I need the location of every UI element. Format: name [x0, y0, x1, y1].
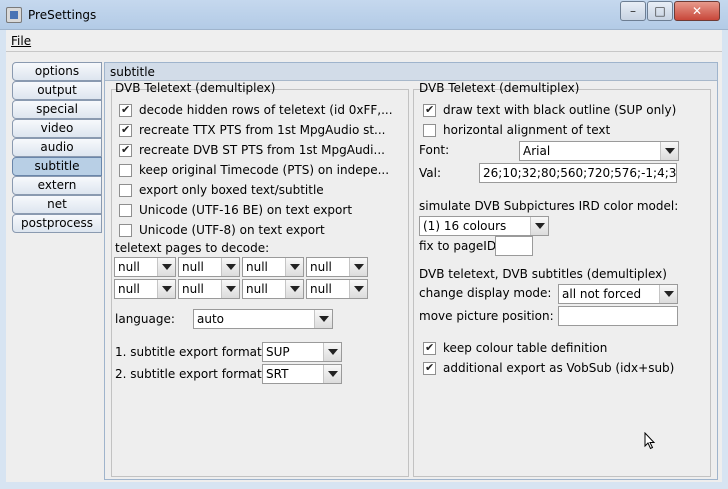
page-select-7[interactable]: null	[242, 279, 304, 299]
page-select-6[interactable]: null	[178, 279, 240, 299]
language-select[interactable]: auto	[193, 309, 333, 329]
minimize-button[interactable]: –	[620, 1, 646, 21]
page-select-2[interactable]: null	[178, 257, 240, 277]
page-select-4[interactable]: null	[306, 257, 368, 277]
export2-label: 2. subtitle export formats:	[115, 367, 273, 381]
app-icon	[6, 7, 22, 23]
ird-label: simulate DVB Subpictures IRD color model…	[419, 199, 679, 213]
chevron-down-icon	[157, 280, 175, 298]
checkbox[interactable]	[423, 361, 436, 375]
subtitle-panel: subtitle DVB Teletext (demultiplex) deco…	[104, 62, 718, 480]
check-export-boxed[interactable]: export only boxed text/subtitle	[119, 181, 409, 201]
tab-extern[interactable]: extern	[12, 176, 102, 195]
font-select[interactable]: Arial	[519, 141, 679, 161]
menu-bar: File	[6, 30, 722, 52]
chevron-down-icon	[221, 258, 239, 276]
tab-output[interactable]: output	[12, 81, 102, 100]
tab-options[interactable]: options	[12, 62, 102, 81]
tab-subtitle[interactable]: subtitle	[12, 157, 102, 176]
display-mode-select[interactable]: all not forced	[558, 284, 678, 304]
window-title: PreSettings	[28, 8, 97, 22]
left-group-title: DVB Teletext (demultiplex)	[115, 81, 276, 95]
page-select-1[interactable]: null	[114, 257, 176, 277]
chevron-down-icon	[659, 285, 677, 303]
check-utf16[interactable]: Unicode (UTF-16 BE) on text export	[119, 201, 409, 221]
val-label: Val:	[419, 166, 442, 180]
tab-video[interactable]: video	[12, 119, 102, 138]
pageid-label: fix to pageID:	[419, 239, 501, 253]
chevron-down-icon	[285, 280, 303, 298]
tab-special[interactable]: special	[12, 100, 102, 119]
ird-select[interactable]: (1) 16 colours	[419, 216, 549, 236]
chevron-down-icon	[314, 310, 332, 328]
checkbox[interactable]	[423, 124, 436, 137]
chevron-down-icon	[349, 258, 367, 276]
page-select-8[interactable]: null	[306, 279, 368, 299]
chevron-down-icon	[157, 258, 175, 276]
checkbox[interactable]	[119, 204, 132, 217]
tab-postprocess[interactable]: postprocess	[12, 214, 102, 233]
move-position-label: move picture position:	[419, 309, 554, 323]
checkbox[interactable]	[119, 103, 132, 117]
check-keep-timecode[interactable]: keep original Timecode (PTS) on indepe..…	[119, 161, 409, 181]
check-recreate-dvb-pts[interactable]: recreate DVB ST PTS from 1st MpgAudi...	[119, 141, 409, 161]
right-group-title: DVB Teletext (demultiplex)	[419, 81, 580, 95]
menu-file[interactable]: File	[11, 34, 31, 48]
chevron-down-icon	[323, 365, 341, 383]
check-vobsub-export[interactable]: additional export as VobSub (idx+sub)	[423, 359, 703, 379]
page-select-3[interactable]: null	[242, 257, 304, 277]
chevron-down-icon	[285, 258, 303, 276]
chevron-down-icon	[221, 280, 239, 298]
checkbox[interactable]	[119, 143, 132, 157]
display-mode-label: change display mode:	[419, 286, 552, 300]
tab-net[interactable]: net	[12, 195, 102, 214]
teletext-pages-label: teletext pages to decode:	[115, 241, 270, 255]
mouse-cursor-icon	[644, 432, 656, 450]
panel-title: subtitle	[105, 63, 717, 81]
export2-select[interactable]: SRT	[262, 364, 342, 384]
checkbox[interactable]	[423, 103, 436, 117]
pageid-input[interactable]	[495, 236, 533, 256]
title-bar	[0, 0, 728, 30]
checkbox[interactable]	[119, 164, 132, 177]
content-area: options output special video audio subti…	[6, 52, 722, 482]
chevron-down-icon	[323, 343, 341, 361]
tab-audio[interactable]: audio	[12, 138, 102, 157]
checkbox[interactable]	[119, 184, 132, 197]
maximize-button[interactable]: □	[647, 1, 673, 21]
check-black-outline[interactable]: draw text with black outline (SUP only)	[423, 101, 703, 121]
checkbox[interactable]	[423, 341, 436, 355]
chevron-down-icon	[349, 280, 367, 298]
move-position-input[interactable]	[558, 306, 678, 326]
checkbox[interactable]	[119, 123, 132, 137]
font-label: Font:	[419, 143, 450, 157]
chevron-down-icon	[530, 217, 548, 235]
close-button[interactable]: ✕	[674, 1, 720, 21]
language-label: language:	[115, 312, 175, 326]
check-decode-hidden[interactable]: decode hidden rows of teletext (id 0xFF,…	[119, 101, 409, 121]
subs-label: DVB teletext, DVB subtitles (demultiplex…	[419, 267, 667, 281]
check-utf8[interactable]: Unicode (UTF-8) on text export	[119, 221, 409, 241]
check-keep-colour-table[interactable]: keep colour table definition	[423, 339, 703, 359]
check-recreate-ttx-pts[interactable]: recreate TTX PTS from 1st MpgAudio st...	[119, 121, 409, 141]
check-horizontal-alignment[interactable]: horizontal alignment of text	[423, 121, 703, 141]
export1-select[interactable]: SUP	[262, 342, 342, 362]
page-select-5[interactable]: null	[114, 279, 176, 299]
chevron-down-icon	[660, 142, 678, 160]
checkbox[interactable]	[119, 224, 132, 237]
val-input[interactable]: 26;10;32;80;560;720;576;-1;4;3;1	[479, 163, 677, 183]
export1-label: 1. subtitle export formats:	[115, 345, 273, 359]
